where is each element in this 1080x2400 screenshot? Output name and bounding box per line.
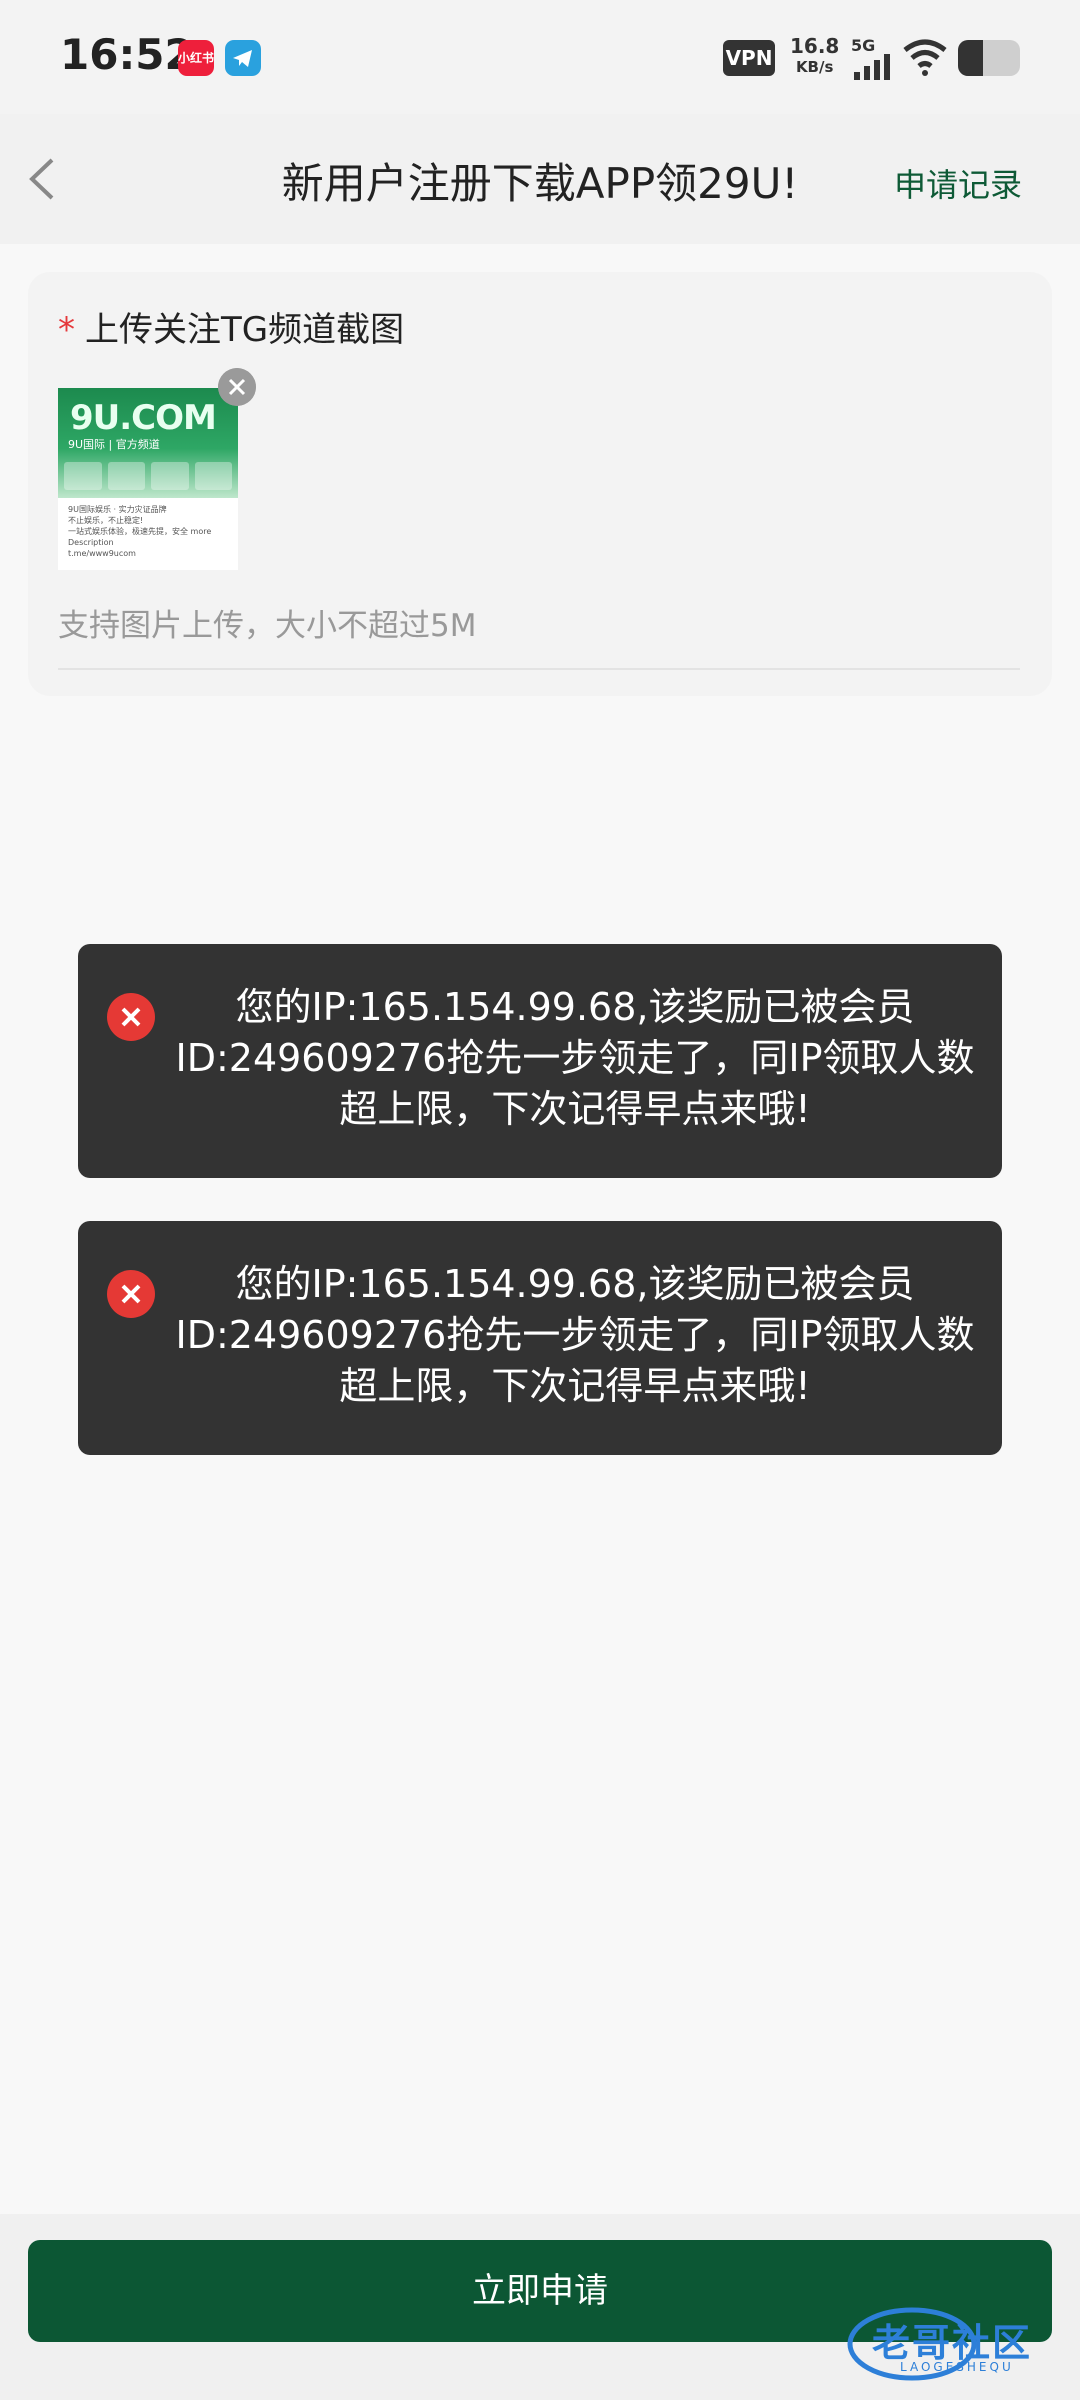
- watermark-text: 老哥社区: [872, 2321, 1033, 2365]
- thumbnail-line: 不止娱乐，不止稳定!: [68, 516, 144, 525]
- speed-unit: KB/s: [795, 58, 834, 76]
- records-link[interactable]: 申请记录: [894, 160, 1022, 206]
- thumbnail-logo: 9U.COM: [70, 398, 217, 438]
- status-time: 16:52: [60, 30, 194, 79]
- watermark-subtext: LAOGESHEQU: [900, 2360, 1014, 2374]
- speed-value: 16.8: [790, 34, 840, 58]
- thumbnail-banner: 9U.COM 9U国际 | 官方频道: [58, 388, 238, 498]
- thumbnail-line: Description: [68, 538, 114, 547]
- signal-icon: [854, 54, 890, 80]
- divider: [58, 668, 1020, 670]
- thumbnail-button: [151, 462, 189, 490]
- required-mark: *: [58, 310, 75, 350]
- wifi-icon: [903, 39, 947, 76]
- thumbnail-subtitle: 9U国际 | 官方频道: [68, 438, 160, 451]
- toast-message: 您的IP:165.154.99.68,该奖励已被会员ID:249609276抢先…: [175, 985, 975, 1131]
- thumbnail-button: [64, 462, 102, 490]
- xiaohongshu-icon: 小红书: [178, 40, 214, 76]
- thumbnail-link: t.me/www9ucom: [68, 549, 136, 558]
- thumbnail-button-row: [64, 462, 232, 490]
- battery-icon: [958, 40, 1020, 76]
- error-toast: 您的IP:165.154.99.68,该奖励已被会员ID:249609276抢先…: [78, 944, 1002, 1178]
- thumbnail-button: [194, 462, 232, 490]
- vpn-badge: VPN: [723, 40, 775, 76]
- nav-header: 新用户注册下载APP领29U! 申请记录: [0, 114, 1080, 244]
- remove-image-icon[interactable]: [218, 368, 256, 406]
- thumbnail-line: 9U国际娱乐 · 实力灾证品牌: [68, 505, 167, 514]
- thumbnail-text: 9U国际娱乐 · 实力灾证品牌 不止娱乐，不止稳定! 一站式娱乐体验，极速先提，…: [58, 498, 238, 565]
- upload-label-text: 上传关注TG频道截图: [85, 310, 405, 350]
- upload-card: * 上传关注TG频道截图 9U.COM 9U国际 | 官方频道 9U国际娱乐 · …: [28, 272, 1052, 696]
- upload-hint: 支持图片上传，大小不超过5M: [58, 608, 477, 644]
- battery-fill: [958, 40, 983, 76]
- thumbnail-button: [107, 462, 145, 490]
- status-bar: 16:52 小红书 VPN 16.8 KB/s 5G: [0, 0, 1080, 114]
- error-icon: [107, 993, 155, 1041]
- error-icon: [107, 1270, 155, 1318]
- telegram-icon: [225, 40, 261, 76]
- error-toast: 您的IP:165.154.99.68,该奖励已被会员ID:249609276抢先…: [78, 1221, 1002, 1455]
- thumbnail-line: 一站式娱乐体验，极速先提，安全 more: [68, 527, 212, 536]
- upload-label: * 上传关注TG频道截图: [58, 302, 404, 351]
- network-speed: 16.8 KB/s: [790, 36, 839, 78]
- watermark-logo: 老哥社区 LAOGESHEQU: [842, 2298, 1070, 2388]
- toast-message: 您的IP:165.154.99.68,该奖励已被会员ID:249609276抢先…: [175, 1262, 975, 1408]
- uploaded-image-thumbnail[interactable]: 9U.COM 9U国际 | 官方频道 9U国际娱乐 · 实力灾证品牌 不止娱乐，…: [58, 388, 238, 570]
